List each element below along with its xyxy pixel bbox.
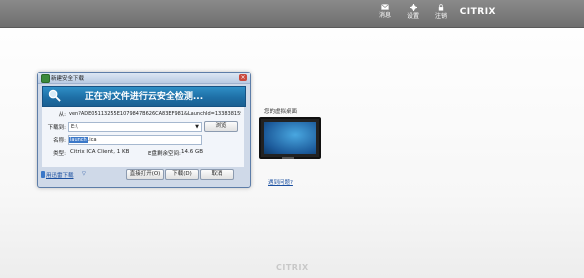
- messages-label: 消息: [378, 12, 391, 19]
- lock-icon: [438, 4, 444, 11]
- cancel-button[interactable]: 取消: [200, 169, 234, 180]
- help-link[interactable]: 遇到问题?: [268, 178, 293, 186]
- download-dialog: 新建安全下载 × 正在对文件进行云安全检测... 从: ven?ADE05113…: [37, 72, 251, 188]
- settings-button[interactable]: 设置: [400, 4, 426, 20]
- thunder-download-link[interactable]: 用迅雷下载: [46, 171, 74, 179]
- download-to-label: 下载到:: [47, 125, 66, 131]
- dialog-body: 从: ven?ADE05113255E1079847B626CA83EF981&…: [42, 107, 244, 167]
- envelope-icon: [381, 4, 389, 10]
- gear-icon: [409, 4, 417, 11]
- from-label: 从:: [58, 112, 66, 118]
- free-space-value: 14.6 GB: [181, 149, 204, 155]
- type-label: 类型:: [53, 151, 66, 157]
- settings-label: 设置: [406, 13, 419, 20]
- dialog-title-bar: 新建安全下载 ×: [38, 73, 250, 84]
- download-path-value: E:\: [71, 124, 78, 130]
- close-icon[interactable]: ×: [239, 74, 247, 81]
- scan-status-text: 正在对文件进行云安全检测...: [84, 92, 204, 102]
- download-path-select[interactable]: E:\ ▼: [68, 122, 202, 132]
- name-label: 名称:: [53, 138, 66, 144]
- virtual-desktop-label: 您的虚拟桌面: [264, 109, 298, 115]
- chevron-down-icon: ▼: [195, 124, 199, 130]
- app-icon: [41, 74, 50, 83]
- desktop-thumbnail[interactable]: [259, 117, 321, 159]
- download-button[interactable]: 下载(D): [165, 169, 199, 180]
- free-space-label: E盘剩余空间:: [148, 151, 181, 157]
- desktop-screen: [264, 122, 316, 154]
- dialog-title: 新建安全下载: [51, 76, 85, 82]
- filename-extension: .ica: [87, 137, 97, 143]
- filename-input[interactable]: launch.ica: [68, 135, 202, 145]
- filename-selected-text: launch: [69, 137, 88, 143]
- logout-label: 注销: [434, 13, 447, 20]
- file-type-value: Citrix ICA Client, 1 KB: [70, 149, 130, 155]
- top-bar: 消息 设置 注销 CITRIX: [0, 0, 584, 28]
- scan-banner: 正在对文件进行云安全检测...: [42, 86, 246, 107]
- monitor-stand: [282, 157, 294, 159]
- open-directly-button[interactable]: 直接打开(O): [126, 169, 164, 180]
- citrix-footer-logo: CITRIX: [276, 263, 309, 272]
- logout-button[interactable]: 注销: [428, 4, 454, 20]
- thunder-icon: [41, 171, 45, 178]
- messages-button[interactable]: 消息: [372, 4, 398, 19]
- citrix-logo: CITRIX: [459, 7, 496, 17]
- browse-button[interactable]: 浏览: [204, 121, 238, 132]
- source-url: ven?ADE05113255E1079847B626CA83EF981&Lau…: [69, 111, 242, 117]
- footer-arrow-icon[interactable]: ▽: [82, 171, 86, 177]
